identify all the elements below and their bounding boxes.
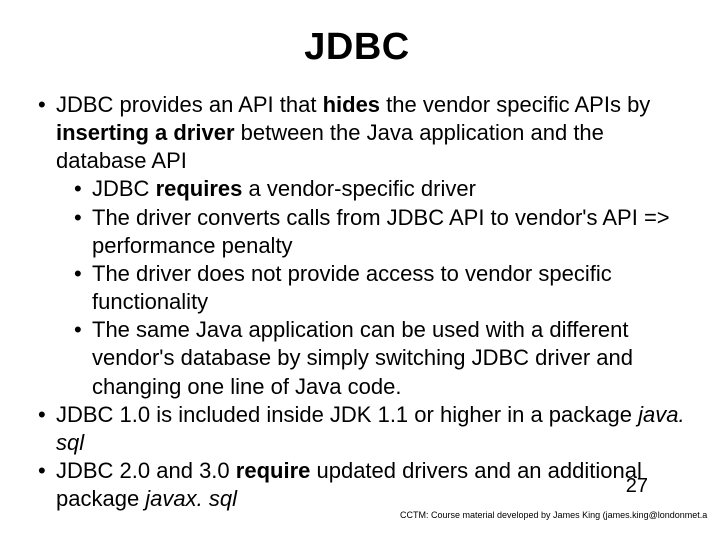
list-item: The same Java application can be used wi… bbox=[88, 316, 692, 400]
sub-bullet-list: JDBC requires a vendor-specific driver T… bbox=[56, 175, 692, 400]
text-bold: requires bbox=[156, 176, 243, 201]
list-item: The driver does not provide access to ve… bbox=[88, 260, 692, 316]
text: The same Java application can be used wi… bbox=[92, 317, 633, 398]
text-bold: hides bbox=[323, 92, 380, 117]
text: a vendor-specific driver bbox=[242, 176, 476, 201]
text: The driver converts calls from JDBC API … bbox=[92, 205, 670, 258]
text: JDBC 1.0 is included inside JDK 1.1 or h… bbox=[56, 402, 638, 427]
text: JDBC bbox=[92, 176, 156, 201]
list-item: JDBC 2.0 and 3.0 require updated drivers… bbox=[52, 457, 692, 513]
footer-credit: CCTM: Course material developed by James… bbox=[400, 510, 720, 520]
text-bold: inserting a driver bbox=[56, 120, 235, 145]
page-number: 27 bbox=[626, 475, 648, 498]
slide: JDBC JDBC provides an API that hides the… bbox=[0, 0, 720, 540]
list-item: JDBC provides an API that hides the vend… bbox=[52, 91, 692, 401]
slide-title: JDBC bbox=[22, 26, 692, 69]
text-bold: require bbox=[236, 458, 311, 483]
list-item: JDBC requires a vendor-specific driver bbox=[88, 175, 692, 203]
text: The driver does not provide access to ve… bbox=[92, 261, 612, 314]
list-item: JDBC 1.0 is included inside JDK 1.1 or h… bbox=[52, 401, 692, 457]
text: JDBC 2.0 and 3.0 bbox=[56, 458, 236, 483]
list-item: The driver converts calls from JDBC API … bbox=[88, 204, 692, 260]
text: JDBC provides an API that bbox=[56, 92, 323, 117]
bullet-list: JDBC provides an API that hides the vend… bbox=[22, 91, 692, 513]
text: the vendor specific APIs by bbox=[380, 92, 650, 117]
text-italic: javax. sql bbox=[145, 486, 237, 511]
